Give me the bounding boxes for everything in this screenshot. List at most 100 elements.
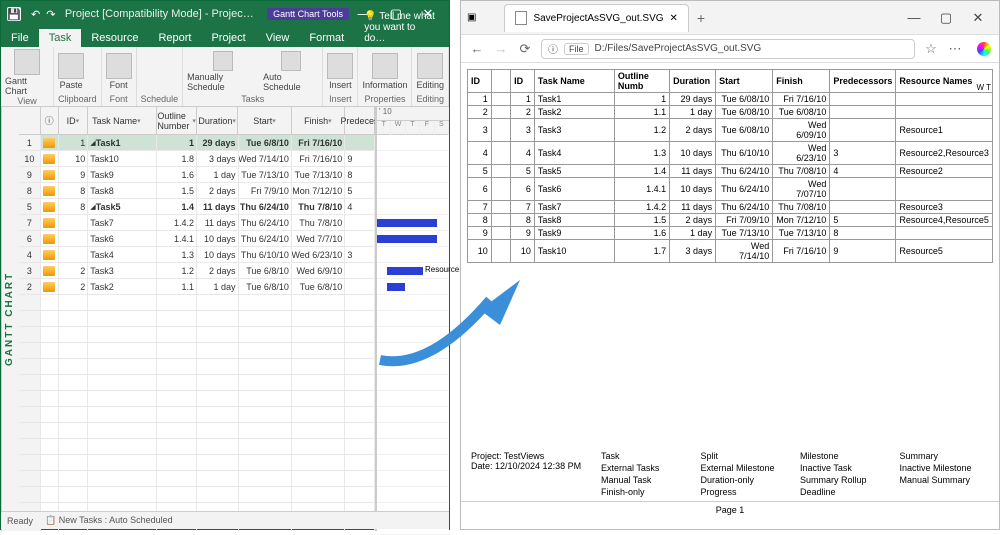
tab-task[interactable]: Task	[39, 29, 82, 47]
legend-item: Summary Rollup	[800, 475, 890, 485]
task-icon	[43, 266, 55, 276]
browser-maximize[interactable]: ▢	[931, 10, 961, 26]
table-row-empty[interactable]	[19, 471, 375, 487]
gantt-chart-button[interactable]: Gantt Chart	[5, 49, 49, 96]
browser-minimize[interactable]: —	[899, 10, 929, 26]
table-row[interactable]: 99Task91.61 dayTue 7/13/10Tue 7/13/108	[19, 167, 375, 183]
svg-table-row: 99Task91.61 dayTue 7/13/10Tue 7/13/108	[468, 227, 993, 240]
legend-item: Manual Task	[601, 475, 691, 485]
table-row[interactable]: 88Task81.52 daysFri 7/9/10Mon 7/12/105	[19, 183, 375, 199]
svg-col-header: Duration	[670, 70, 716, 93]
tab-resource[interactable]: Resource	[81, 29, 148, 47]
table-row[interactable]: 7Task71.4.211 daysThu 6/24/10Thu 7/8/10	[19, 215, 375, 231]
table-row[interactable]: 11◢ Task1129 daysTue 6/8/10Fri 7/16/10	[19, 135, 375, 151]
manually-schedule-button[interactable]: Manually Schedule	[187, 51, 259, 92]
file-icon	[515, 11, 527, 25]
font-button[interactable]: Font	[106, 53, 132, 90]
tab-report[interactable]: Report	[148, 29, 201, 47]
gantt-row	[377, 151, 449, 167]
status-new-tasks: 📋 New Tasks : Auto Scheduled	[45, 515, 173, 526]
table-row[interactable]: 32Task31.22 daysTue 6/8/10Wed 6/9/10	[19, 263, 375, 279]
back-button[interactable]: ←	[469, 41, 485, 56]
col-info: ⓘ	[41, 107, 59, 134]
gantt-chart-sidebar[interactable]: GANTT CHART	[1, 107, 19, 531]
task-icon	[43, 170, 55, 180]
table-row-empty[interactable]	[19, 327, 375, 343]
browser-titlebar: ▣ SaveProjectAsSVG_out.SVG ✕ + — ▢ ✕	[461, 1, 999, 35]
profile-icon[interactable]	[977, 42, 991, 56]
refresh-button[interactable]: ⟳	[517, 41, 533, 57]
col-id: ID▾	[59, 107, 89, 134]
ms-project-window: 💾 ↶ ↷ Project [Compatibility Mode] - Pro…	[0, 0, 450, 530]
editing-button[interactable]: Editing	[416, 53, 444, 90]
information-button[interactable]: Information	[362, 53, 407, 90]
auto-schedule-button[interactable]: Auto Schedule	[263, 51, 318, 92]
svg-table-row: 55Task51.411 daysThu 6/24/10Thu 7/08/104…	[468, 165, 993, 178]
status-bar: Ready 📋 New Tasks : Auto Scheduled	[1, 511, 449, 529]
tab-project[interactable]: Project	[201, 29, 255, 47]
table-row-empty[interactable]	[19, 487, 375, 503]
browser-close[interactable]: ✕	[963, 10, 993, 26]
gantt-bar[interactable]	[377, 219, 437, 227]
tell-me[interactable]: 💡 Tell me what you want to do…	[354, 8, 449, 47]
ribbon-tabs: FileTaskResourceReportProjectViewFormat💡…	[1, 27, 449, 47]
paste-button[interactable]: Paste	[58, 53, 84, 90]
table-row[interactable]: 1010Task101.83 daysWed 7/14/10Fri 7/16/1…	[19, 151, 375, 167]
table-row-empty[interactable]	[19, 391, 375, 407]
redo-icon[interactable]: ↷	[46, 8, 55, 21]
gantt-bar[interactable]	[377, 235, 437, 243]
svg-document: IDIDTask NameOutline NumbDurationStartFi…	[461, 63, 999, 525]
table-row-empty[interactable]	[19, 375, 375, 391]
task-icon	[43, 250, 55, 260]
legend-project: Project: TestViews	[471, 451, 601, 461]
task-grid[interactable]: ⓘ ID▾ Task Name▾ Outline Number▾ Duratio…	[19, 107, 377, 531]
undo-icon[interactable]: ↶	[31, 8, 40, 21]
table-row-empty[interactable]	[19, 423, 375, 439]
window-title: Project [Compatibility Mode] - Projec…	[55, 8, 263, 20]
col-duration: Duration▾	[197, 107, 238, 134]
table-row-empty[interactable]	[19, 439, 375, 455]
svg-table-row: 1010Task101.73 daysWed 7/14/10Fri 7/16/1…	[468, 240, 993, 263]
task-icon	[43, 138, 55, 148]
conversion-arrow-icon	[370, 270, 530, 380]
legend-item: Milestone	[800, 451, 890, 461]
table-row[interactable]: 4Task41.310 daysThu 6/10/10Wed 6/23/103	[19, 247, 375, 263]
tab-file[interactable]: File	[1, 29, 39, 47]
task-icon	[43, 234, 55, 244]
legend-item: Progress	[701, 487, 791, 497]
tab-format[interactable]: Format	[299, 29, 354, 47]
tab-title: SaveProjectAsSVG_out.SVG	[533, 13, 663, 24]
table-row-empty[interactable]	[19, 455, 375, 471]
ribbon: Gantt ChartViewPasteClipboardFontFontSch…	[1, 47, 449, 107]
legend-date: Date: 12/10/2024 12:38 PM	[471, 461, 601, 471]
legend-item: Duration-only	[701, 475, 791, 485]
svg-col-header	[491, 70, 510, 93]
col-task-name: Task Name▾	[88, 107, 157, 134]
forward-button[interactable]: →	[493, 41, 509, 56]
url-input[interactable]: ⓘ File D:/Files/SaveProjectAsSVG_out.SVG	[541, 39, 915, 59]
svg-col-header: Start	[716, 70, 773, 93]
table-row[interactable]: 6Task61.4.110 daysThu 6/24/10Wed 7/7/10	[19, 231, 375, 247]
insert-button[interactable]: Insert	[327, 53, 353, 90]
address-bar: ← → ⟳ ⓘ File D:/Files/SaveProjectAsSVG_o…	[461, 35, 999, 63]
table-row-empty[interactable]	[19, 311, 375, 327]
tab-close-icon[interactable]: ✕	[670, 13, 678, 24]
status-ready: Ready	[7, 516, 33, 526]
table-row[interactable]: 58◢ Task51.411 daysThu 6/24/10Thu 7/8/10…	[19, 199, 375, 215]
svg-table-row: 22Task21.11 dayTue 6/08/10Tue 6/08/10	[468, 106, 993, 119]
browser-tab[interactable]: SaveProjectAsSVG_out.SVG ✕	[504, 4, 688, 32]
svg-col-header: Predecessors	[830, 70, 896, 93]
table-row-empty[interactable]	[19, 359, 375, 375]
favorite-icon[interactable]: ☆	[923, 41, 939, 57]
tab-view[interactable]: View	[256, 29, 300, 47]
tabs-icon[interactable]: ▣	[467, 12, 476, 23]
save-icon[interactable]: 💾	[7, 7, 21, 21]
table-row-empty[interactable]	[19, 295, 375, 311]
table-row-empty[interactable]	[19, 407, 375, 423]
table-row[interactable]: 22Task21.11 dayTue 6/8/10Tue 6/8/10	[19, 279, 375, 295]
table-row-empty[interactable]	[19, 343, 375, 359]
col-predecessors: Predeces	[345, 107, 375, 134]
new-tab-button[interactable]: +	[697, 10, 705, 26]
menu-icon[interactable]: ⋯	[947, 41, 963, 57]
svg-col-header: ID	[468, 70, 492, 93]
